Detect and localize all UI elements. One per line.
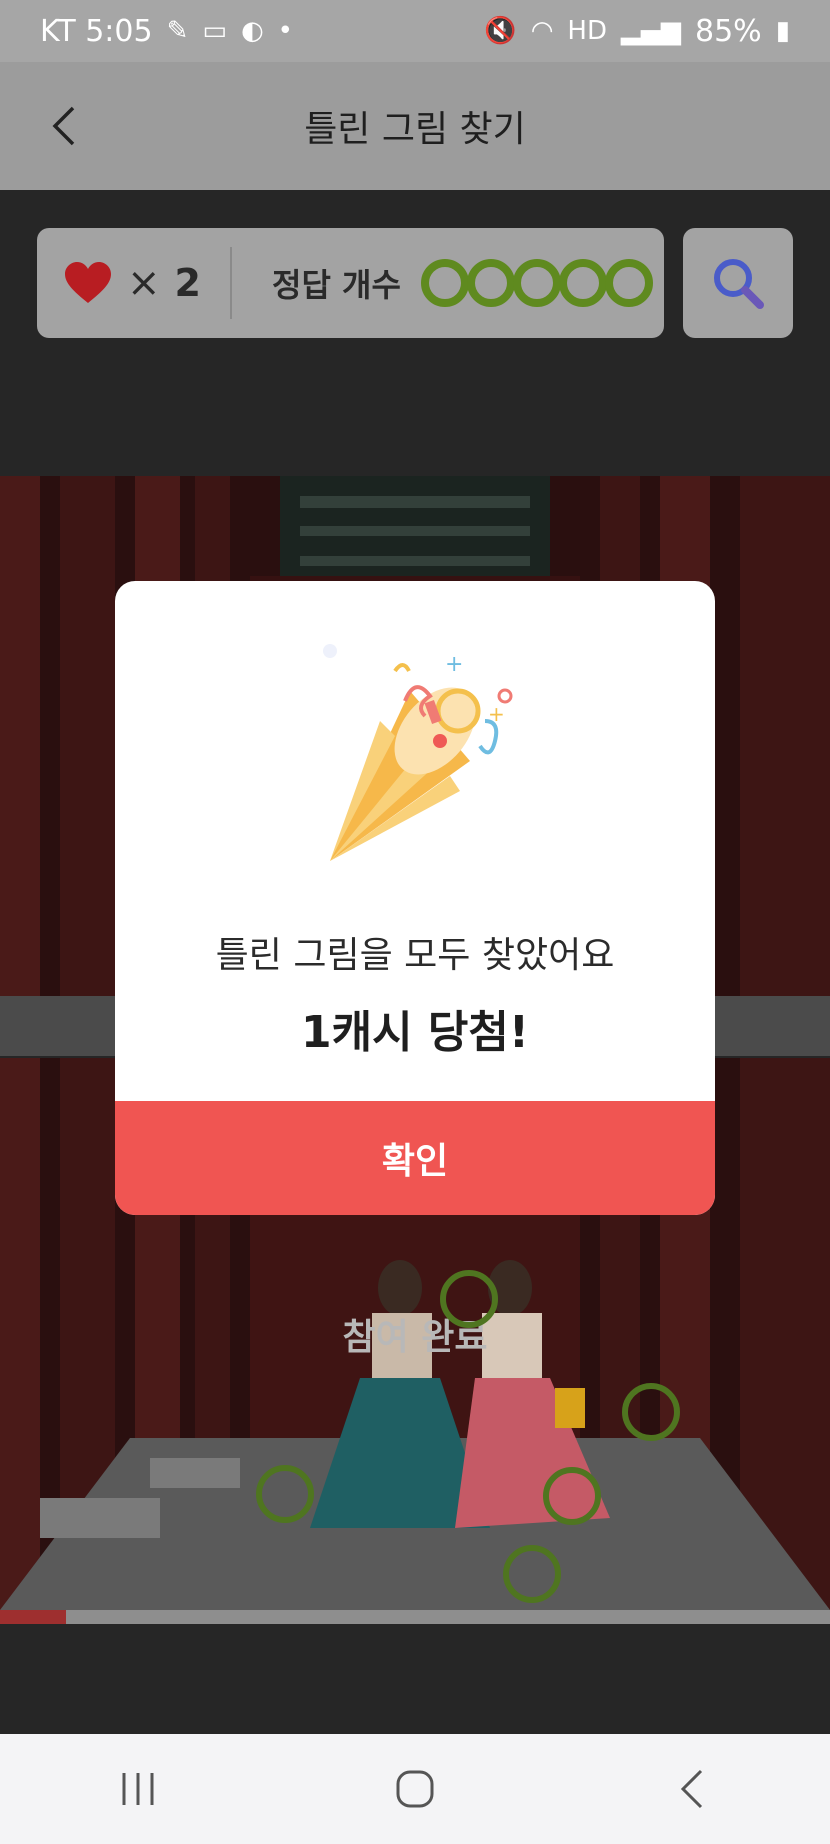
progress-bar (0, 1610, 830, 1624)
reward-text: 1캐시 당첨! (301, 1007, 529, 1058)
status-left: KT 5:05 ✎ ▭ ◐ • (40, 14, 293, 49)
answers-label: 정답 개수 (272, 266, 401, 304)
home-icon (396, 1770, 434, 1808)
found-difference-marker (256, 1465, 314, 1523)
answer-circle (420, 259, 469, 307)
hint-search-button[interactable] (683, 228, 793, 338)
found-difference-marker (543, 1467, 601, 1525)
status-bar: KT 5:05 ✎ ▭ ◐ • 🔇 ◠ HD ▂▄▆ 85% ▮ (0, 0, 830, 62)
back-button[interactable] (36, 98, 92, 154)
answer-circles (420, 259, 653, 307)
hdmi-icon: ▭ (202, 16, 227, 46)
confirm-button[interactable]: 확인 (115, 1101, 715, 1215)
app-header: 틀린 그림 찾기 (0, 62, 830, 190)
recent-apps-icon (122, 1773, 154, 1805)
participation-status: 참여 완료 (342, 1317, 488, 1358)
back-icon (680, 1769, 702, 1809)
battery-level: 85% (695, 13, 762, 49)
app-icon: ◐ (240, 16, 264, 46)
found-difference-marker (440, 1270, 498, 1328)
page-title: 틀린 그림 찾기 (304, 109, 526, 150)
dot-icon: • (277, 16, 293, 46)
carrier-time: KT 5:05 (40, 13, 153, 49)
answers-indicator: 정답 개수 (232, 259, 653, 307)
found-difference-marker (622, 1383, 680, 1441)
chevron-left-icon (52, 106, 75, 146)
party-popper-icon: + + (323, 644, 513, 861)
wifi-icon: ◠ (530, 16, 554, 46)
lives-multiplier: × (127, 260, 161, 306)
success-dialog: + + 틀린 그림을 모두 찾았어요 1캐시 당첨! 확인 (115, 581, 715, 1215)
answer-circle (558, 259, 607, 307)
notification-icon: ✎ (166, 16, 189, 46)
answer-circle (466, 259, 515, 307)
mute-icon: 🔇 (484, 16, 517, 46)
status-right: 🔇 ◠ HD ▂▄▆ 85% ▮ (484, 14, 790, 49)
signal-icon: ▂▄▆ (621, 16, 681, 46)
recent-apps-button[interactable] (98, 1749, 178, 1829)
search-icon (714, 259, 764, 309)
lives-indicator: × 2 (37, 260, 230, 306)
found-difference-marker (503, 1545, 561, 1603)
home-button[interactable] (375, 1749, 455, 1829)
success-message: 틀린 그림을 모두 찾았어요 (215, 935, 615, 976)
hd-icon: HD (567, 16, 607, 46)
progress-fill (0, 1610, 67, 1624)
system-back-button[interactable] (652, 1749, 732, 1829)
lives-count: 2 (174, 261, 201, 305)
svg-text:+: + (445, 652, 463, 677)
game-info-card: × 2 정답 개수 (37, 228, 664, 338)
heart-icon (65, 262, 111, 303)
battery-icon: ▮ (775, 16, 790, 46)
answer-circle (512, 259, 561, 307)
svg-text:+: + (488, 702, 505, 726)
system-navigation-bar (0, 1734, 830, 1844)
answer-circle (604, 259, 653, 307)
